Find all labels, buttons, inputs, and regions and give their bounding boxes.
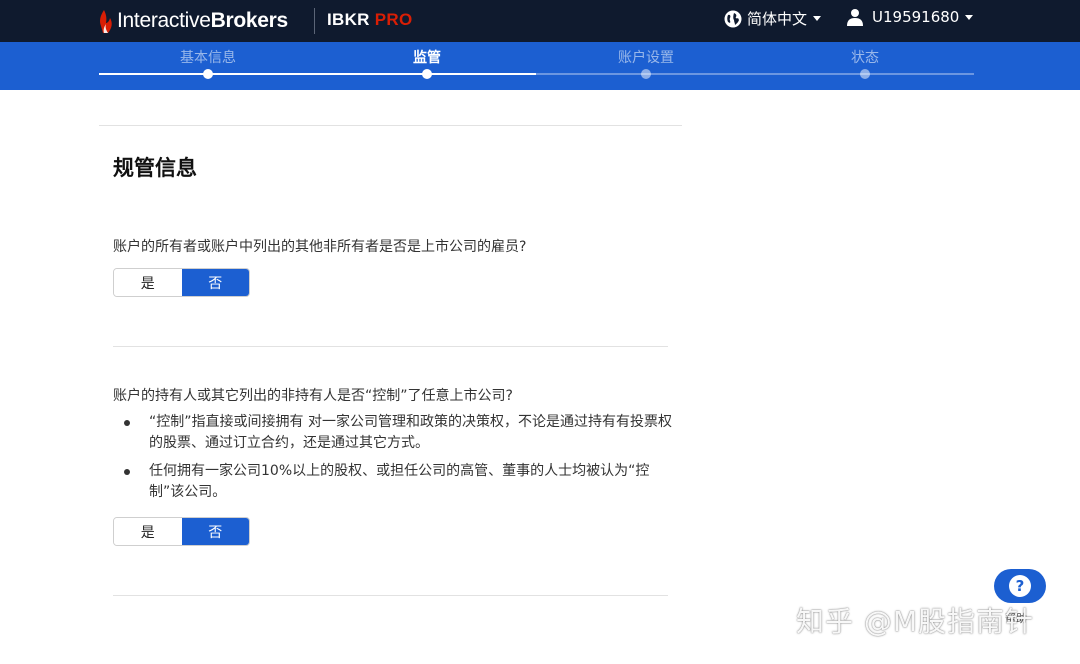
list-item: 任何拥有一家公司10%以上的股权、或担任公司的高管、董事的人士均被认为“控制”该… <box>113 461 673 503</box>
step-dot <box>422 69 432 79</box>
control-yes-no-toggle: 是 否 <box>113 517 250 546</box>
product-suffix: PRO <box>374 10 413 29</box>
list-item: “控制”指直接或间接拥有 对一家公司管理和政策的决策权，不论是通过持有有投票权的… <box>113 412 673 454</box>
progress-steps: 基本信息 监管 账户设置 状态 <box>0 42 1080 90</box>
step-dot <box>641 69 651 79</box>
yes-option[interactable]: 是 <box>114 518 182 545</box>
employee-yes-no-toggle: 是 否 <box>113 268 250 297</box>
brand-name: InteractiveBrokers <box>117 9 288 33</box>
page-title: 规管信息 <box>113 156 197 180</box>
flame-icon <box>100 10 112 33</box>
product-name: IBKR PRO <box>327 10 413 30</box>
control-definition-list: “控制”指直接或间接拥有 对一家公司管理和政策的决策权，不论是通过持有有投票权的… <box>113 412 673 510</box>
question-mark-icon: ? <box>1009 575 1031 597</box>
question-control-public-company: 账户的持有人或其它列出的非持有人是否“控制”了任意上市公司? <box>113 388 513 404</box>
step-status: 状态 <box>785 42 945 79</box>
progress-line-pending <box>536 73 974 75</box>
progress-line-complete <box>99 73 536 75</box>
globe-icon <box>724 10 742 27</box>
no-option[interactable]: 否 <box>181 269 249 296</box>
brand-name-bold: Brokers <box>210 9 289 32</box>
step-dot <box>203 69 213 79</box>
user-icon <box>847 9 863 26</box>
top-header: InteractiveBrokers IBKR PRO 简体中文 U195916… <box>0 0 1080 42</box>
yes-option[interactable]: 是 <box>114 269 182 296</box>
chevron-down-icon <box>965 14 974 20</box>
help-button[interactable]: ? <box>994 569 1046 603</box>
step-label: 监管 <box>413 50 441 66</box>
header-separator <box>314 8 315 34</box>
step-label: 账户设置 <box>618 50 674 66</box>
ib-logo[interactable]: InteractiveBrokers <box>98 6 288 36</box>
step-label: 状态 <box>851 50 879 66</box>
user-menu[interactable]: U19591680 <box>846 8 974 26</box>
no-option[interactable]: 否 <box>181 518 249 545</box>
step-regulatory[interactable]: 监管 <box>347 42 507 79</box>
section-divider <box>113 346 668 347</box>
chevron-down-icon <box>813 16 822 21</box>
watermark: 知乎 @M股指南针 <box>796 605 1035 638</box>
section-divider <box>113 595 668 596</box>
question-public-company-employee: 账户的所有者或账户中列出的其他非所有者是否是上市公司的雇员? <box>113 239 527 255</box>
language-label: 简体中文 <box>747 10 808 28</box>
user-id: U19591680 <box>872 8 960 26</box>
step-account-settings: 账户设置 <box>566 42 726 79</box>
product-prefix: IBKR <box>327 10 370 29</box>
step-basic-info[interactable]: 基本信息 <box>128 42 288 79</box>
card-top-border <box>99 125 682 126</box>
step-label: 基本信息 <box>180 50 236 66</box>
brand-name-light: Interactive <box>117 9 211 32</box>
language-selector[interactable]: 简体中文 <box>724 8 822 29</box>
step-dot <box>860 69 870 79</box>
